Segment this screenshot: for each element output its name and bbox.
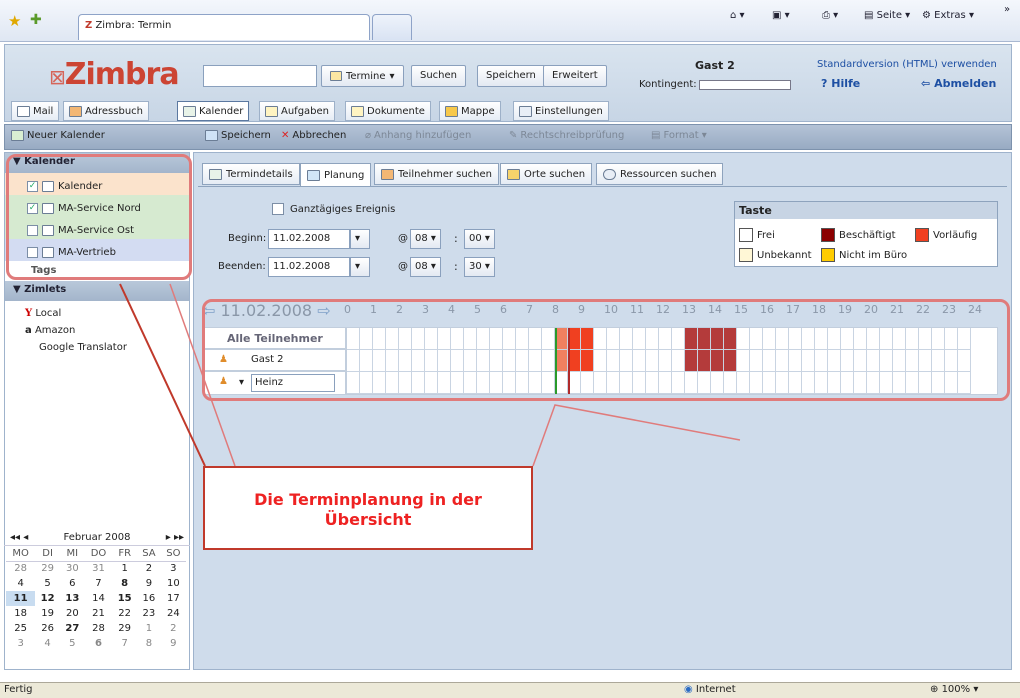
callout-text: Die Terminplanung in der Übersicht [254,490,482,529]
callout-pointer [119,283,741,467]
status-text: Fertig [4,684,33,695]
status-bar: Fertig ◉ Internet ⊕ 100% ▾ [0,682,1020,698]
callout-box: Die Terminplanung in der Übersicht [203,466,533,550]
globe-icon: ◉ [684,684,693,695]
zoom-control[interactable]: ⊕ 100% ▾ [930,684,978,695]
internet-zone: ◉ Internet [684,684,736,695]
